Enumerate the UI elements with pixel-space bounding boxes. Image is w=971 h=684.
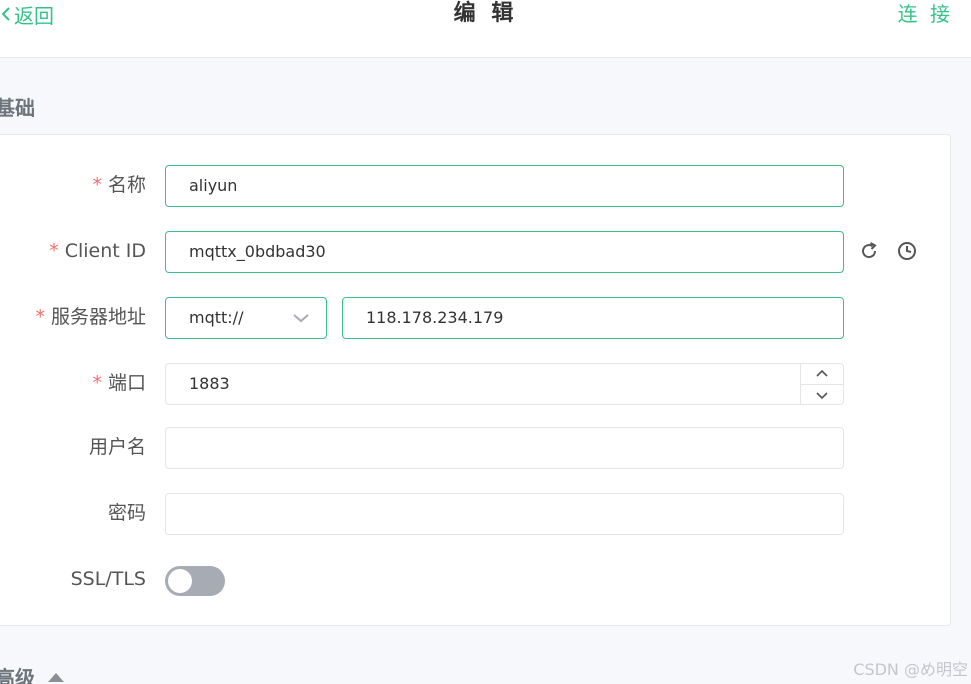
watermark: CSDN @め明空 bbox=[853, 660, 968, 679]
host-label: * 服务器地址 bbox=[35, 306, 146, 328]
name-input[interactable]: aliyun bbox=[165, 165, 844, 207]
ssl-toggle[interactable] bbox=[165, 566, 225, 596]
required-mark: * bbox=[92, 174, 102, 196]
connect-button[interactable]: 连 接 bbox=[898, 0, 953, 28]
advanced-section-toggle[interactable]: 高级 bbox=[0, 662, 65, 684]
clock-icon[interactable] bbox=[896, 240, 918, 262]
refresh-icon[interactable] bbox=[858, 240, 880, 262]
name-label: * 名称 bbox=[92, 174, 146, 196]
toggle-knob bbox=[168, 569, 192, 593]
chevron-down-icon bbox=[816, 391, 828, 399]
password-input[interactable] bbox=[165, 493, 844, 535]
decrement-button[interactable] bbox=[801, 384, 843, 404]
required-mark: * bbox=[92, 372, 102, 394]
username-input[interactable] bbox=[165, 427, 844, 469]
chevron-down-icon bbox=[293, 314, 309, 323]
increment-button[interactable] bbox=[801, 364, 843, 384]
port-stepper[interactable]: 1883 bbox=[165, 363, 844, 405]
section-title-basic: 基础 bbox=[0, 96, 35, 120]
client-id-input[interactable]: mqttx_0bdbad30 bbox=[165, 231, 844, 273]
username-label: 用户名 bbox=[88, 436, 146, 458]
protocol-select[interactable]: mqtt:// bbox=[165, 297, 327, 339]
port-label: * 端口 bbox=[92, 372, 146, 394]
port-stepper-controls bbox=[800, 364, 843, 404]
protocol-value: mqtt:// bbox=[189, 308, 244, 327]
required-mark: * bbox=[49, 240, 59, 262]
ssl-label: SSL/TLS bbox=[70, 568, 146, 590]
client-id-label: * Client ID bbox=[49, 240, 146, 262]
password-label: 密码 bbox=[107, 502, 146, 524]
page-title: 编 辑 bbox=[453, 1, 518, 26]
required-mark: * bbox=[35, 306, 45, 328]
caret-up-icon bbox=[48, 672, 64, 682]
section-title-advanced: 高级 bbox=[0, 666, 35, 684]
top-bar: 返回 编 辑 连 接 bbox=[0, 0, 971, 58]
chevron-up-icon bbox=[816, 369, 828, 377]
host-input[interactable]: 118.178.234.179 bbox=[342, 297, 844, 339]
port-value: 1883 bbox=[189, 374, 230, 393]
